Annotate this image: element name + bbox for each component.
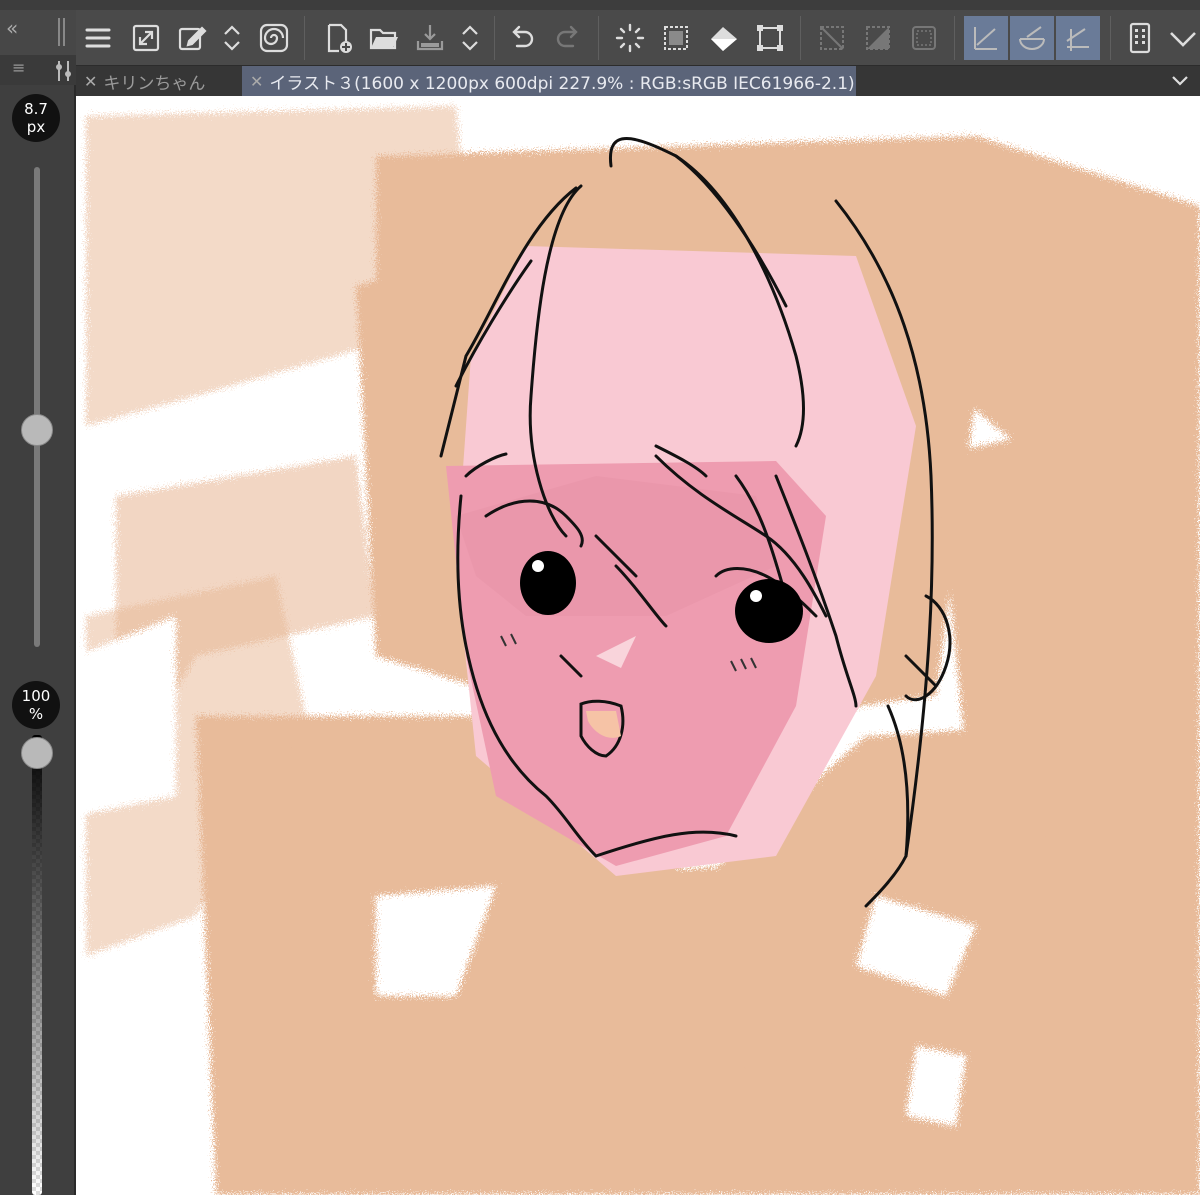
undo-button[interactable]	[500, 16, 544, 60]
selection-border-icon	[912, 26, 936, 50]
transform-icon	[757, 25, 783, 51]
selection-launcher-button[interactable]	[654, 16, 698, 60]
snap-ruler-button[interactable]	[964, 16, 1008, 60]
artwork	[76, 106, 1200, 1195]
snap-grid-icon	[1066, 28, 1089, 51]
device-settings-icon	[1129, 22, 1151, 54]
snap-grid-button[interactable]	[1056, 16, 1100, 60]
drag-grip-icon[interactable]	[58, 18, 66, 46]
brush-size-value: 8.7	[24, 100, 48, 118]
edit-image-icon	[178, 26, 207, 51]
invert-selection-icon	[866, 26, 890, 50]
collapse-panel-icon[interactable]: «	[6, 18, 18, 38]
panel-collapse-strip: «	[0, 10, 76, 55]
drawing-canvas[interactable]	[76, 96, 1200, 1195]
toolbar-separator	[304, 16, 305, 60]
chevron-down-icon	[1170, 32, 1196, 47]
brush-size-readout: 8.7 px	[12, 94, 60, 142]
opacity-readout: 100 %	[12, 681, 60, 729]
opacity-slider-handle[interactable]	[21, 737, 53, 769]
fill-bucket-icon	[711, 27, 737, 51]
menu-button[interactable]	[76, 16, 120, 60]
brush-size-panel: 8.7 px 100 %	[0, 85, 76, 1195]
toolbar-more-button[interactable]	[1166, 16, 1200, 60]
document-tab-bar: ✕ キリンちゃん ✕ イラスト３(1600 x 1200px 600dpi 22…	[76, 66, 1200, 96]
snap-special-ruler-button[interactable]	[1010, 16, 1054, 60]
toolbar-separator	[598, 16, 599, 60]
brush-size-slider-handle[interactable]	[21, 414, 53, 446]
clear-selection-icon	[820, 26, 844, 50]
clear-selection-button[interactable]	[810, 16, 854, 60]
tab-label: イラスト３(1600 x 1200px 600dpi 227.9% : RGB:…	[269, 73, 855, 94]
close-icon[interactable]: ✕	[250, 72, 263, 91]
more-chevrons-icon	[224, 25, 240, 51]
redo-button[interactable]	[546, 16, 590, 60]
more-button[interactable]	[452, 16, 488, 60]
new-file-icon	[327, 23, 352, 53]
invert-selection-button[interactable]	[856, 16, 900, 60]
open-file-button[interactable]	[362, 16, 406, 60]
brush-size-unit: px	[26, 118, 46, 136]
side-panel-header: ≡	[0, 55, 76, 85]
more-button[interactable]	[214, 16, 250, 60]
open-folder-icon	[369, 28, 398, 50]
document-tab[interactable]: ✕ キリンちゃん	[76, 66, 242, 96]
toolbar-separator	[954, 16, 955, 60]
save-button[interactable]	[408, 16, 452, 60]
selection-border-button[interactable]	[902, 16, 946, 60]
app-window: « ≡ 8.7 px 100 % ✕ キリンちゃん ✕ イラスト３(1600 x…	[0, 0, 1200, 1195]
brush-size-slider-track[interactable]	[34, 167, 40, 647]
command-bar	[76, 10, 1200, 66]
close-icon[interactable]: ✕	[84, 72, 97, 91]
toolbar-separator	[494, 16, 495, 60]
menu-icon	[85, 28, 111, 48]
new-file-button[interactable]	[316, 16, 360, 60]
loading-button[interactable]	[608, 16, 652, 60]
snap-special-ruler-icon	[1019, 26, 1045, 50]
device-settings-button[interactable]	[1118, 16, 1162, 60]
toolbar-separator	[1110, 16, 1111, 60]
opacity-unit: %	[28, 705, 44, 723]
more-chevrons-icon	[462, 25, 478, 51]
edit-image-button[interactable]	[170, 16, 214, 60]
save-icon	[416, 25, 444, 51]
undo-icon	[512, 25, 534, 48]
toolbar-separator	[800, 16, 801, 60]
transform-button[interactable]	[748, 16, 792, 60]
canvas-size-icon	[132, 24, 160, 52]
fill-button[interactable]	[702, 16, 746, 60]
spiral-icon	[259, 23, 289, 53]
opacity-slider-track[interactable]	[32, 735, 42, 1195]
document-tab-active[interactable]: ✕ イラスト３(1600 x 1200px 600dpi 227.9% : RG…	[242, 66, 856, 96]
tool-property-icon[interactable]	[54, 59, 74, 83]
loading-spinner-icon	[615, 23, 645, 53]
chevron-down-icon[interactable]	[1170, 68, 1190, 92]
selection-launcher-icon	[664, 26, 688, 50]
redo-icon	[556, 25, 578, 48]
spiral-button[interactable]	[252, 16, 296, 60]
tab-label: キリンちゃん	[103, 73, 206, 94]
canvas-size-button[interactable]	[124, 16, 168, 60]
opacity-value: 100	[21, 687, 51, 705]
panel-menu-icon[interactable]: ≡	[12, 58, 25, 77]
snap-ruler-icon	[974, 27, 997, 50]
